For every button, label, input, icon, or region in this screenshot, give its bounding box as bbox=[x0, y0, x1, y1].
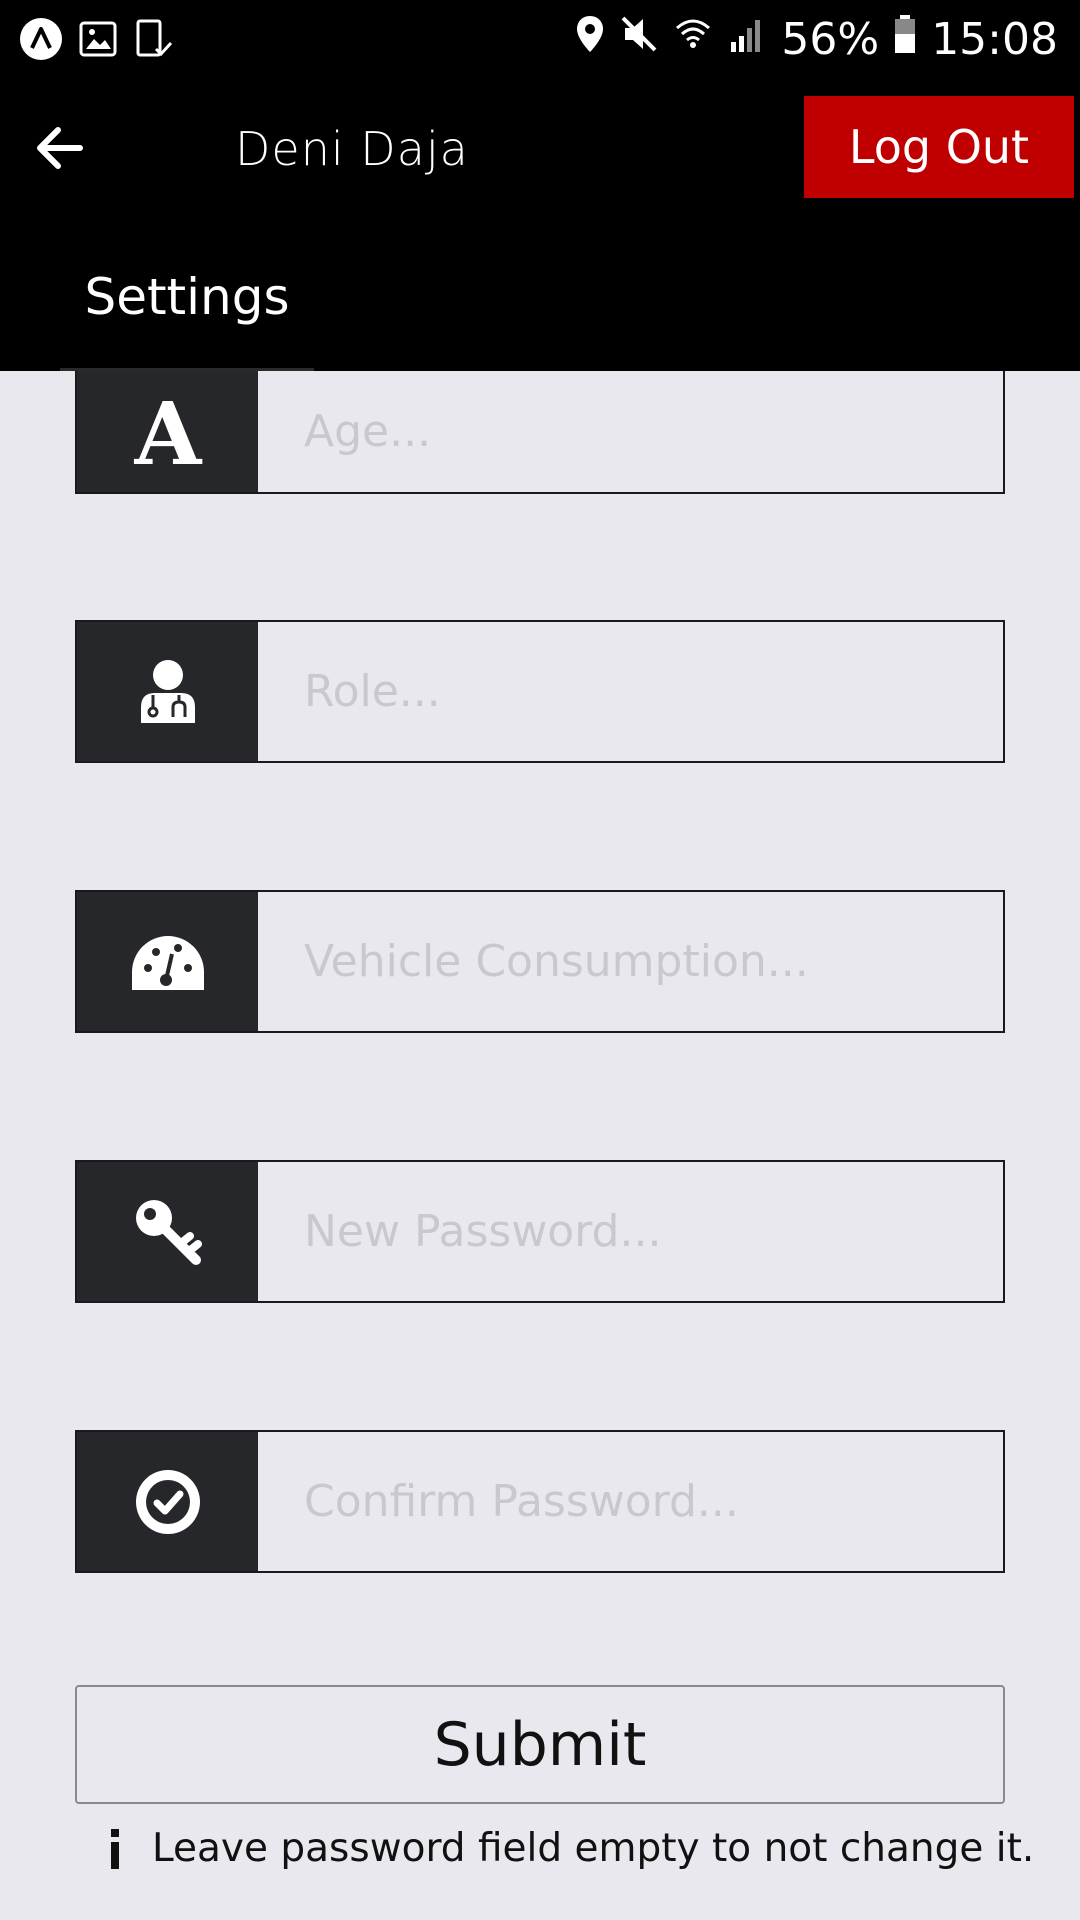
role-field bbox=[75, 620, 1005, 763]
status-right-icons: 56% 15:08 bbox=[575, 10, 1058, 68]
new-password-input[interactable] bbox=[258, 1162, 1003, 1301]
info-icon bbox=[108, 1828, 122, 1869]
confirm-password-icon-box bbox=[77, 1432, 258, 1571]
image-notification-icon bbox=[78, 19, 118, 63]
consumption-icon-box bbox=[77, 892, 258, 1031]
device-check-icon bbox=[132, 17, 176, 65]
clock: 15:08 bbox=[931, 13, 1058, 65]
location-icon bbox=[575, 14, 605, 65]
signal-icon bbox=[727, 14, 767, 65]
password-hint: Leave password field empty to not change… bbox=[108, 1826, 1034, 1871]
tab-settings[interactable]: Settings bbox=[60, 268, 314, 371]
confirm-password-input[interactable] bbox=[258, 1432, 1003, 1571]
app-notification-icon bbox=[18, 16, 64, 66]
user-name: Deni Daja bbox=[235, 122, 469, 176]
wifi-icon bbox=[673, 14, 713, 65]
back-arrow-icon bbox=[37, 127, 83, 169]
mute-icon bbox=[619, 14, 659, 65]
logout-button[interactable]: Log Out bbox=[804, 96, 1074, 198]
check-circle-icon bbox=[135, 1469, 200, 1534]
age-field: A bbox=[75, 371, 1005, 494]
app-header: Deni Daja Log Out Settings bbox=[0, 78, 1080, 371]
letter-a-icon: A bbox=[133, 392, 202, 472]
role-input[interactable] bbox=[258, 622, 1003, 761]
new-password-field bbox=[75, 1160, 1005, 1303]
battery-icon bbox=[893, 14, 917, 65]
status-bar: 56% 15:08 bbox=[0, 0, 1080, 78]
new-password-icon-box bbox=[77, 1162, 258, 1301]
submit-button[interactable]: Submit bbox=[75, 1685, 1005, 1804]
key-icon bbox=[135, 1199, 202, 1265]
status-left-icons bbox=[18, 16, 176, 66]
vehicle-consumption-field bbox=[75, 890, 1005, 1033]
back-button[interactable] bbox=[30, 118, 110, 188]
speedometer-icon bbox=[131, 935, 204, 990]
confirm-password-field bbox=[75, 1430, 1005, 1573]
age-icon-box: A bbox=[77, 371, 258, 492]
svg-text:A: A bbox=[133, 392, 202, 472]
age-input[interactable] bbox=[258, 371, 1003, 492]
doctor-icon bbox=[140, 659, 195, 723]
vehicle-consumption-input[interactable] bbox=[258, 892, 1003, 1031]
hint-text: Leave password field empty to not change… bbox=[152, 1826, 1035, 1871]
role-icon-box bbox=[77, 622, 258, 761]
battery-percent: 56% bbox=[781, 13, 880, 65]
